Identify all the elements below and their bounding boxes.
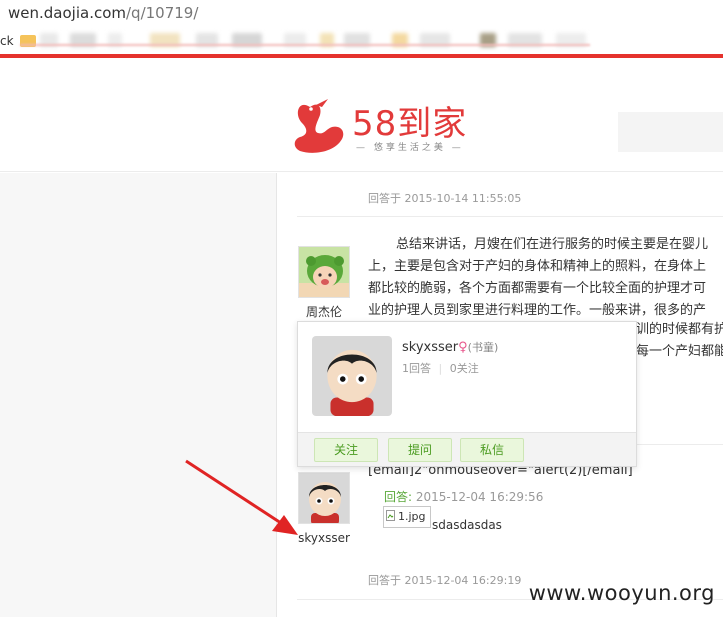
user-name[interactable]: 周杰伦 [290, 303, 358, 320]
annotation-arrow-icon [185, 459, 298, 535]
divider [20, 44, 590, 46]
answer-line: 上，主要是包含对于产妇的身体和精神上的照料，在身体上 [368, 259, 707, 274]
user-card-popup: skyxsser♀(书童) 1回答 | 0关注 关注 提问 私信 [297, 321, 637, 467]
follow-button[interactable]: 关注 [314, 438, 378, 462]
brand-name[interactable]: 58到家 [352, 96, 467, 145]
header-search-area[interactable] [618, 112, 723, 152]
image-alt-text: 1.jpg [398, 510, 426, 523]
popup-actions: 关注 提问 私信 [298, 432, 636, 466]
left-column [0, 173, 277, 617]
answer-line: 训的时候都有护 [636, 322, 723, 337]
user-level: (书童) [467, 341, 499, 354]
answers-count[interactable]: 1回答 [402, 362, 431, 375]
answer-line: 都比较的脆弱，各个方面都需要有一个比较全面的护理才可 [368, 281, 707, 296]
follow-count[interactable]: 0关注 [450, 362, 479, 375]
answer-content: 总结来讲话，月嫂在们在进行服务的时候主要是在婴儿 上，主要是包含对于产妇的身体和… [368, 234, 723, 322]
popup-user-name[interactable]: skyxsser [402, 340, 458, 355]
url-text[interactable]: wen.daojia.com/q/10719/ [8, 4, 198, 22]
watermark: www.wooyun.org [528, 581, 715, 605]
url-domain: wen.daojia.com [8, 4, 126, 22]
bookmark-label[interactable]: ck [0, 34, 14, 48]
sub-reply: 回答: 2015-12-04 16:29:56 [384, 488, 543, 505]
reply-time: 回答于 2015-10-14 11:55:05 [368, 192, 522, 205]
sub-reply-label: 回答: [384, 490, 413, 504]
sub-reply-time: 2015-12-04 16:29:56 [415, 490, 544, 504]
baby-avatar-icon [299, 247, 349, 297]
avatar[interactable] [298, 246, 350, 298]
broken-image-icon [386, 510, 395, 521]
popup-user-line: skyxsser♀(书童) [402, 336, 498, 355]
divider [297, 216, 723, 217]
url-path: /q/10719/ [126, 4, 199, 22]
slogan: — 悠享生活之美 — [356, 143, 464, 153]
ask-button[interactable]: 提问 [388, 438, 452, 462]
image-caption: sdasdasdas [432, 518, 502, 532]
popup-stats: 1回答 | 0关注 [402, 360, 479, 376]
cartoon-avatar-icon [312, 336, 392, 416]
message-button[interactable]: 私信 [460, 438, 524, 462]
popup-avatar[interactable] [312, 336, 392, 416]
swan-logo-icon[interactable] [288, 95, 350, 157]
answer-line: 每一个产妇都能 [636, 344, 723, 359]
stats-divider: | [438, 362, 443, 375]
reply-time: 回答于 2015-12-04 16:29:19 [368, 574, 522, 587]
answer-line: 总结来讲话，月嫂在们在进行服务的时候主要是在婴儿 [396, 237, 709, 252]
female-icon: ♀ [458, 340, 468, 355]
